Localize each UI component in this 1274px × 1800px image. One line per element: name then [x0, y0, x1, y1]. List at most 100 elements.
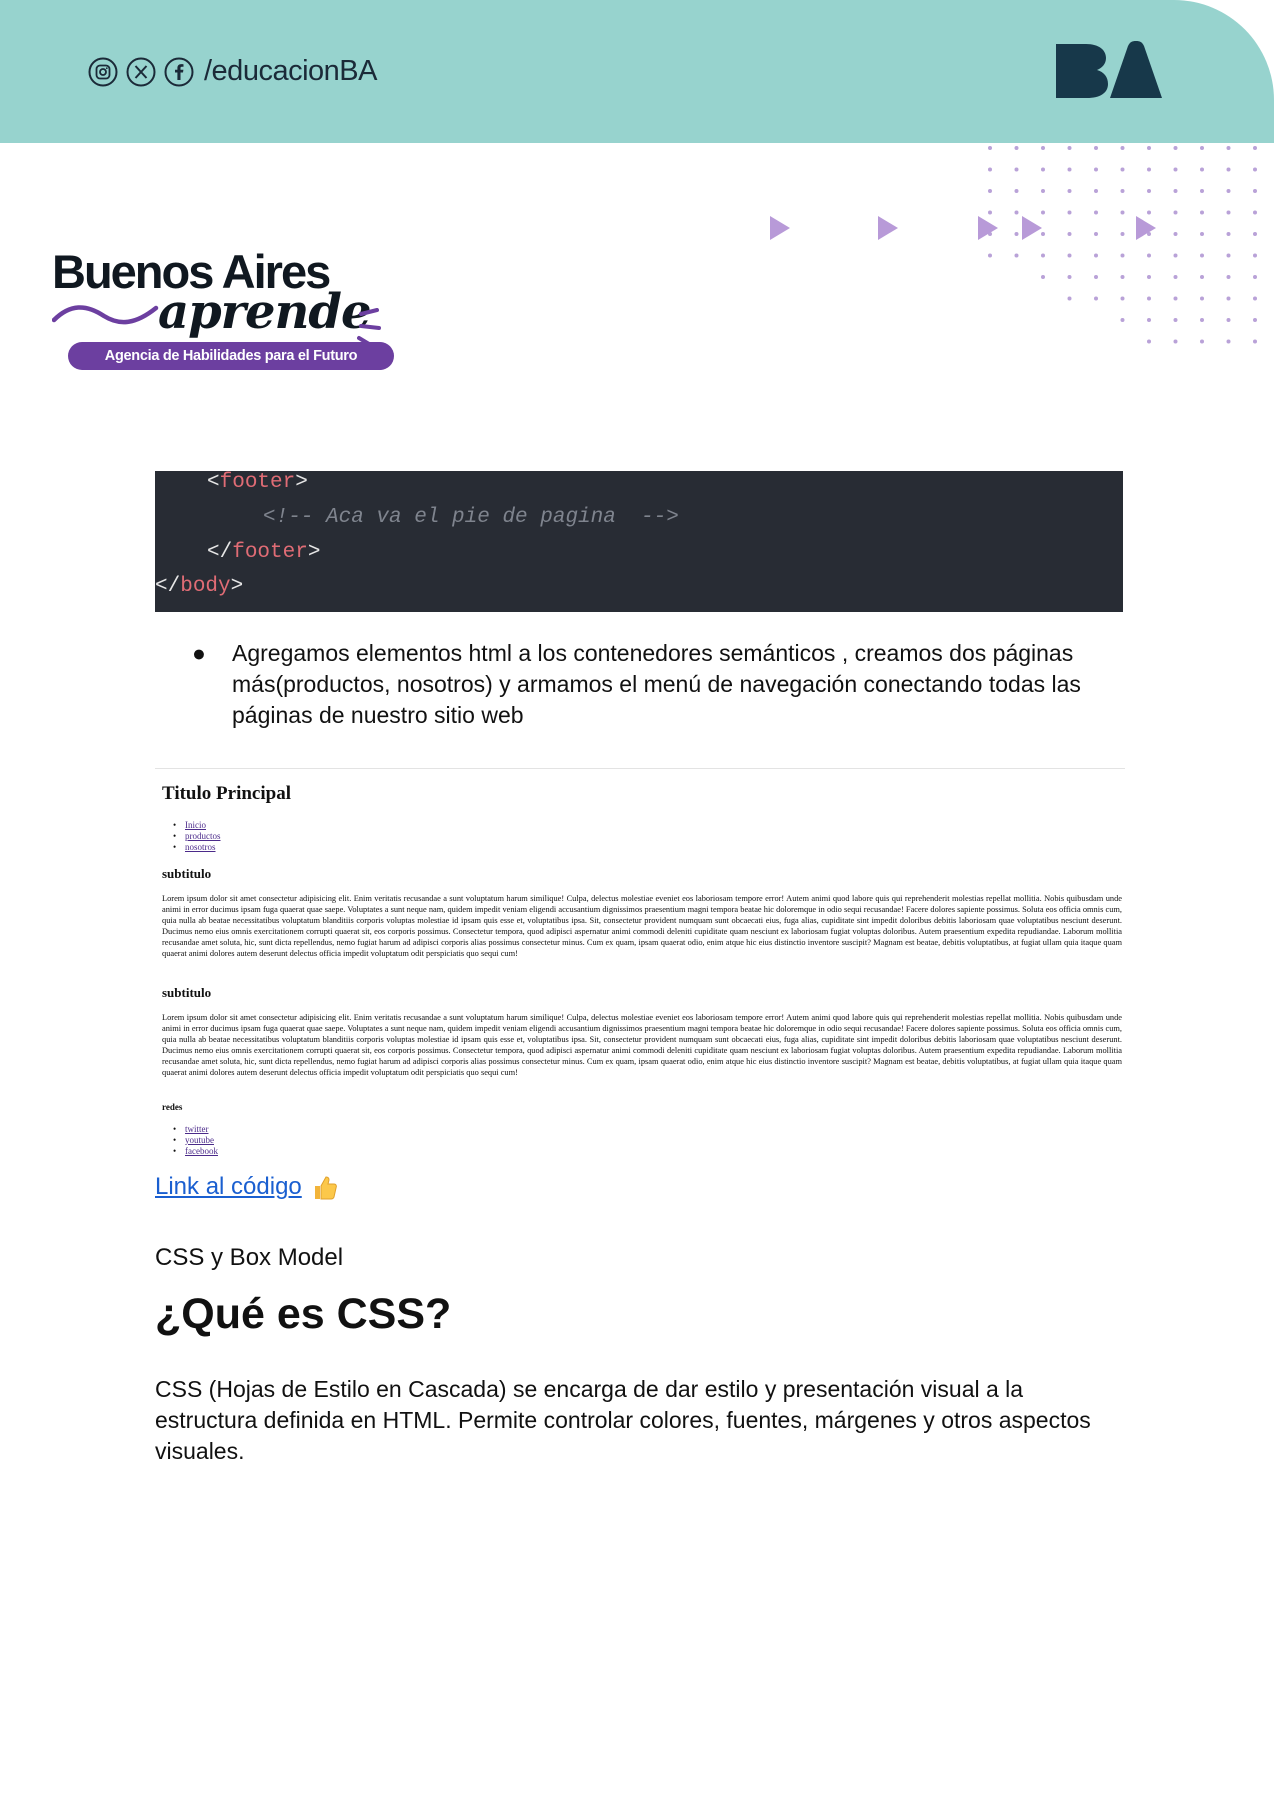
decor-dot [988, 167, 992, 172]
decor-dot [1014, 232, 1019, 236]
decor-dot [988, 253, 992, 258]
brand-subtitle: aprende [158, 284, 371, 340]
decor-dot [1226, 339, 1231, 344]
decor-dot [1147, 146, 1151, 150]
decor-dot [1253, 189, 1257, 193]
section-body: Lorem ipsum dolor sit amet consectetur a… [162, 894, 1122, 958]
decor-dot [1173, 253, 1178, 258]
nav-link-productos[interactable]: productos [185, 831, 221, 841]
decor-dot [1200, 146, 1204, 150]
decor-dot [1173, 275, 1178, 279]
brand-tagline: Agencia de Habilidades para el Futuro [68, 342, 394, 370]
decor-dot [1014, 167, 1019, 172]
decor-dot [1120, 146, 1125, 150]
decor-triangle [770, 216, 790, 240]
social-link-twitter[interactable]: twitter [185, 1124, 209, 1134]
facebook-icon[interactable] [164, 57, 194, 87]
nav-link-nosotros[interactable]: nosotros [185, 842, 216, 852]
decor-dot [1120, 275, 1125, 279]
decor-dot [1067, 189, 1072, 193]
decor-dot [1041, 253, 1045, 258]
decor-triangle [878, 216, 898, 240]
decor-dot [988, 146, 992, 150]
decor-dot [1067, 253, 1072, 258]
code-comment: <!-- Aca va el pie de pagina --> [263, 506, 679, 529]
code-block: <footer> <!-- Aca va el pie de pagina --… [155, 471, 1123, 612]
decor-dot [1014, 210, 1019, 215]
decor-dot [1120, 167, 1125, 172]
decor-dot [1253, 296, 1257, 301]
decor-dot [1173, 167, 1178, 172]
social-handle: /educacionBA [204, 55, 377, 87]
social-item-twitter: twitter [155, 1124, 218, 1135]
decor-dot [1226, 232, 1231, 236]
social-item-youtube: youtube [155, 1135, 218, 1146]
decor-dot [1067, 146, 1072, 150]
decor-dot [1094, 210, 1098, 215]
section-paragraph: CSS (Hojas de Estilo en Cascada) se enca… [155, 1376, 1091, 1464]
decor-dot [1094, 232, 1098, 236]
decor-dot [1200, 189, 1204, 193]
decor-dot [1226, 167, 1231, 172]
nav-link-inicio[interactable]: Inicio [185, 820, 206, 830]
code-line: </body> [155, 575, 244, 598]
decor-dot [1173, 189, 1178, 193]
social-link-facebook[interactable]: facebook [185, 1146, 218, 1156]
decor-dot [1067, 232, 1072, 236]
decor-dot [1200, 167, 1204, 172]
decor-dot [1094, 253, 1098, 258]
social-link-youtube[interactable]: youtube [185, 1135, 214, 1145]
decor-dot [1041, 146, 1045, 150]
decor-dot [1120, 253, 1125, 258]
screenshot-title: Titulo Principal [162, 783, 291, 804]
decor-dot [1041, 189, 1045, 193]
decor-dot [1147, 253, 1151, 258]
decor-dot [1253, 318, 1257, 322]
decor-dot [1173, 339, 1178, 344]
section-heading-css: ¿Qué es CSS? [155, 1290, 452, 1338]
decor-dot [1041, 275, 1045, 279]
social-item-facebook: facebook [155, 1146, 218, 1157]
section-heading: subtitulo [162, 985, 212, 1000]
decor-dot [1226, 253, 1231, 258]
decor-dot [1014, 253, 1019, 258]
instagram-icon[interactable] [88, 57, 118, 87]
social-links: /educacionBA [88, 55, 377, 88]
decor-dot [1147, 318, 1151, 322]
decor-dot [1253, 146, 1257, 150]
decor-dot [1067, 167, 1072, 172]
bullet-marker: ● [192, 640, 206, 666]
decor-dot [1120, 318, 1125, 322]
decor-dot [1226, 296, 1231, 301]
decor-dot [1094, 146, 1098, 150]
x-icon[interactable] [126, 57, 156, 87]
decor-triangle [978, 216, 998, 240]
decor-dot [1173, 146, 1178, 150]
code-line: </footer> [207, 541, 321, 564]
decor-dot [1067, 275, 1072, 279]
decor-dot [1147, 167, 1151, 172]
social-list: twitter youtube facebook [155, 1124, 218, 1157]
decor-dot [988, 189, 992, 193]
decor-dot [1200, 232, 1204, 236]
decor-dot [1253, 210, 1257, 215]
decor-dot [1014, 189, 1019, 193]
brand-swoosh [52, 305, 159, 325]
ba-logo [1056, 41, 1162, 98]
decor-dot [1200, 253, 1204, 258]
decor-dot [1200, 275, 1204, 279]
section-body: Lorem ipsum dolor sit amet consectetur a… [162, 1013, 1122, 1077]
decor-dot [1147, 189, 1151, 193]
code-link[interactable]: Link al código [155, 1173, 302, 1201]
nav-item-inicio: Inicio [155, 820, 221, 831]
decor-dot [1200, 296, 1204, 301]
decor-dot [1147, 296, 1151, 301]
decor-dot [988, 210, 992, 215]
decor-dot [1253, 167, 1257, 172]
nav-item-productos: productos [155, 831, 221, 842]
website-screenshot: Titulo Principal Inicio productos nosotr… [155, 768, 1125, 1159]
decor-dot [1253, 275, 1257, 279]
decor-dot [1041, 232, 1045, 236]
decor-dot [1173, 232, 1178, 236]
header-band: /educacionBA [0, 0, 1274, 143]
